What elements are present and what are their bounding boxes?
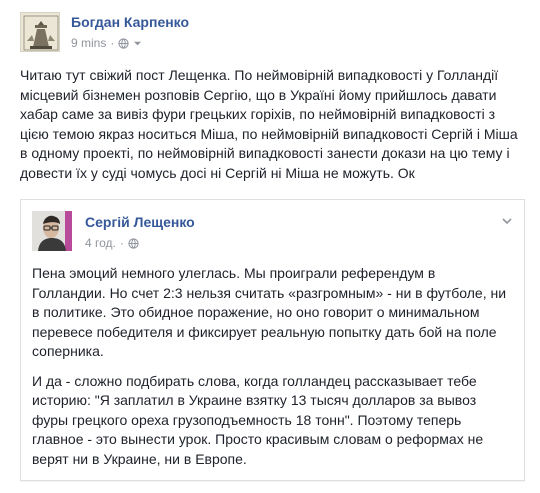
chevron-down-icon[interactable] [500,214,514,228]
meta-separator: · [110,36,115,50]
post-text: Читаю тут свіжий пост Лещенка. По неймов… [20,67,518,181]
shared-post-text: Пена эмоций немного улеглась. Мы проигра… [32,264,512,479]
post-timestamp[interactable]: 9 mins [71,36,106,50]
meta-separator: · [119,236,124,250]
shared-author-name[interactable]: Сергій Лещенко [85,214,195,230]
engraving-avatar-image [21,13,59,51]
globe-icon[interactable] [128,236,139,250]
chevron-down-icon[interactable] [133,36,142,50]
shared-post[interactable]: Сергій Лещенко 4 год. · Пена эмоций немн… [20,199,525,481]
shared-post-meta: 4 год. · [85,236,139,250]
post-meta: 9 mins · [71,36,142,50]
shared-paragraph-2: И да - сложно подбирать слова, когда гол… [32,372,484,467]
globe-icon[interactable] [118,36,129,50]
shared-post-timestamp[interactable]: 4 год. [85,236,116,250]
shared-paragraph-1: Пена эмоций немного улеглась. Мы проигра… [32,265,507,359]
shared-author-avatar[interactable] [32,211,72,251]
portrait-avatar-image [32,211,72,251]
facebook-post: Богдан Карпенко 9 mins · Читаю тут свіжи… [0,0,540,493]
author-avatar[interactable] [20,12,60,52]
author-name[interactable]: Богдан Карпенко [71,14,189,30]
